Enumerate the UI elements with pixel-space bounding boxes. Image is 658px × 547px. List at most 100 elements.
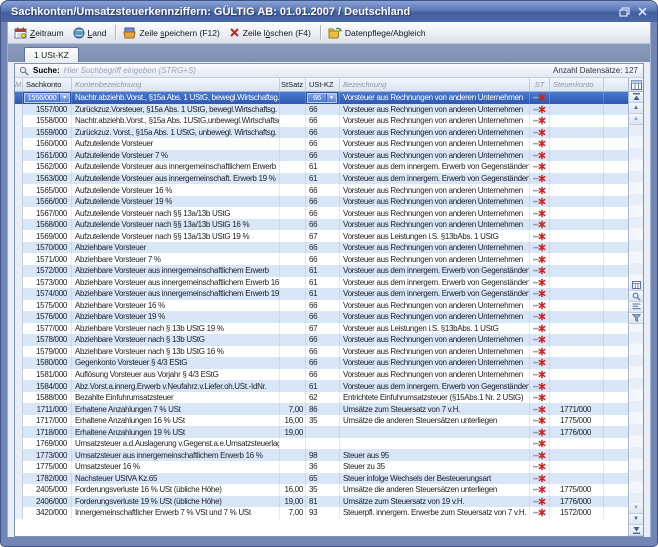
cell-ustkz[interactable]: 66▼ (306, 138, 340, 150)
column-header-sachkonto[interactable]: Sachkonto (23, 78, 72, 91)
table-row[interactable]: 1718/000▼ Erhaltene Anzahlungen 19 % USt… (15, 426, 628, 438)
table-row[interactable]: 1565/000▼ Aufzuteilende Vorsteuer 16 % 6… (15, 184, 628, 196)
cell-sachkonto[interactable]: 1775/000▼ (23, 461, 72, 473)
cell-ustkz[interactable]: 67▼ (306, 323, 340, 335)
scroll-up-icon[interactable]: ▲ (629, 103, 643, 114)
cell-ustkz[interactable]: 36▼ (306, 461, 340, 473)
table-row[interactable]: 1567/000▼ Aufzuteilende Vorsteuer nach §… (15, 207, 628, 219)
column-header-stsatz[interactable]: StSatz (280, 78, 306, 91)
cell-sachkonto[interactable]: 1559/000▼ (23, 127, 72, 139)
cell-ustkz[interactable]: ▼ (306, 426, 340, 438)
cell-sachkonto[interactable]: 1717/000▼ (23, 415, 72, 427)
cell-sachkonto[interactable]: 1572/000▼ (23, 265, 72, 277)
cell-sachkonto[interactable]: 1588/000▼ (23, 392, 72, 404)
table-row[interactable]: 3420/000▼ Innergemeinschaftlicher Erwerb… (15, 507, 628, 519)
cell-sachkonto[interactable]: 1718/000▼ (23, 426, 72, 438)
cell-sachkonto[interactable]: 1568/000▼ (23, 219, 72, 231)
cell-sachkonto[interactable]: 1571/000▼ (23, 253, 72, 265)
zeile-loeschen-button[interactable]: Zeile löschen (F4) (226, 25, 316, 40)
cell-ustkz[interactable]: 66▼ (306, 184, 340, 196)
table-row[interactable]: 1581/000▼ Auflösung Vorsteuer aus Vorjah… (15, 369, 628, 381)
cell-ustkz[interactable]: 61▼ (306, 173, 340, 185)
cell-sachkonto[interactable]: 1575/000▼ (23, 300, 72, 312)
cell-ustkz[interactable]: 66▼ (306, 253, 340, 265)
cell-sachkonto[interactable]: 1566/000▼ (23, 196, 72, 208)
cell-ustkz[interactable]: 66▼ (306, 357, 340, 369)
cell-ustkz[interactable]: 35▼ (306, 484, 340, 496)
cell-sachkonto[interactable]: 1711/000▼ (23, 403, 72, 415)
tab-ust-kz[interactable]: 1 USt-KZ (24, 47, 79, 62)
cell-sachkonto[interactable]: 1577/000▼ (23, 323, 72, 335)
cell-ustkz[interactable]: 66▼ (306, 127, 340, 139)
cell-sachkonto[interactable]: 1769/000▼ (23, 438, 72, 450)
cell-sachkonto[interactable]: 1574/000▼ (23, 288, 72, 300)
table-row[interactable]: 1569/000▼ Aufzuteilende Vorsteuer nach §… (15, 230, 628, 242)
cell-sachkonto[interactable]: 1567/000▼ (23, 207, 72, 219)
table-row[interactable]: 1584/000▼ Abz.Vorst.a.innerg.Erwerb v.Ne… (15, 380, 628, 392)
column-header-steuerkonto[interactable]: Steuerkonto (550, 78, 604, 91)
cell-ustkz[interactable]: ▼ (306, 438, 340, 450)
table-row[interactable]: 1559/000▼ Zurückzuz. Vorst., §15a Abs. 1… (15, 127, 628, 139)
scroll-down-icon[interactable]: ▼ (629, 514, 643, 525)
cell-ustkz[interactable]: 67▼ (306, 230, 340, 242)
cell-ustkz[interactable]: 66▼ (306, 311, 340, 323)
cell-sachkonto[interactable]: 1561/000▼ (23, 150, 72, 162)
cell-sachkonto[interactable]: 1584/000▼ (23, 380, 72, 392)
scroll-last-icon[interactable] (629, 525, 643, 536)
cell-ustkz[interactable]: 61▼ (306, 161, 340, 173)
table-row[interactable]: 1560/000▼ Aufzuteilende Vorsteuer 66▼ Vo… (15, 138, 628, 150)
cell-sachkonto[interactable]: 2406/000▼ (23, 496, 72, 508)
cell-ustkz[interactable]: 62▼ (306, 392, 340, 404)
column-header-bezeichnung[interactable]: Bezeichnung (340, 78, 530, 91)
cell-ustkz[interactable]: 66▼ (306, 219, 340, 231)
zeitraum-button[interactable]: Zeitraum (11, 25, 69, 41)
table-row[interactable]: 1572/000▼ Abziehbare Vorsteuer aus inner… (15, 265, 628, 277)
table-row[interactable]: 1573/000▼ Abziehbare Vorsteuer aus inner… (15, 277, 628, 289)
scroll-page-up-icon[interactable]: ▲ (629, 114, 643, 125)
column-header-ustkz[interactable]: USt-KZ (306, 78, 340, 91)
goto-record-icon[interactable] (629, 302, 643, 313)
table-row[interactable]: 1580/000▼ Gegenkonto Vorsteuer § 4/3 ESt… (15, 357, 628, 369)
close-icon[interactable] (633, 4, 651, 19)
restore-icon[interactable] (615, 4, 633, 19)
cell-ustkz[interactable]: 66▼ (306, 300, 340, 312)
table-row[interactable]: 1571/000▼ Abziehbare Vorsteuer 7 % 66▼ V… (15, 253, 628, 265)
cell-sachkonto[interactable]: 1560/000▼ (23, 138, 72, 150)
cell-sachkonto[interactable]: 1557/000▼ (23, 104, 72, 116)
columns-icon[interactable] (629, 280, 643, 291)
cell-ustkz[interactable]: 66▼ (306, 150, 340, 162)
table-row[interactable]: 1558/000▼ Nachtr.abziehb.Vorst., §15a Ab… (15, 115, 628, 127)
cell-sachkonto[interactable]: 1558/000▼ (23, 115, 72, 127)
column-header-marker[interactable]: M (15, 78, 23, 91)
cell-sachkonto[interactable]: 1562/000▼ (23, 161, 72, 173)
table-row[interactable]: 1557/000▼ Zurückzuz.Vorsteuer, §15a Abs.… (15, 104, 628, 116)
table-row[interactable]: 1588/000▼ Bezahlte Einfuhrumsatzsteuer 6… (15, 392, 628, 404)
vertical-scrollbar[interactable]: ▲ ▲ (628, 78, 643, 536)
cell-ustkz[interactable]: 66▼ (306, 207, 340, 219)
cell-sachkonto[interactable]: 1782/000▼ (23, 473, 72, 485)
cell-sachkonto[interactable]: 1573/000▼ (23, 277, 72, 289)
cell-sachkonto[interactable]: 3420/000▼ (23, 507, 72, 519)
cell-ustkz[interactable]: 65▼ (306, 473, 340, 485)
column-header-st[interactable]: ST (530, 78, 550, 91)
table-row[interactable]: 1568/000▼ Aufzuteilende Vorsteuer nach §… (15, 219, 628, 231)
cell-ustkz[interactable]: 66▼ (306, 115, 340, 127)
table-row[interactable]: 1576/000▼ Abziehbare Vorsteuer 19 % 66▼ … (15, 311, 628, 323)
chevron-down-icon[interactable]: ▼ (326, 94, 336, 102)
table-row[interactable]: 1575/000▼ Abziehbare Vorsteuer 16 % 66▼ … (15, 300, 628, 312)
scroll-page-down-icon[interactable]: ▼ (629, 503, 643, 514)
cell-sachkonto[interactable]: 1556/000▼ (23, 92, 72, 104)
zoom-icon[interactable] (629, 291, 643, 302)
table-row[interactable]: 1562/000▼ Aufzuteilende Vorsteuer aus in… (15, 161, 628, 173)
cell-sachkonto[interactable]: 1563/000▼ (23, 173, 72, 185)
cell-sachkonto[interactable]: 1569/000▼ (23, 230, 72, 242)
table-row[interactable]: 1556/000▼ Nachtr.abziehb.Vorst., §15a Ab… (15, 92, 628, 104)
cell-ustkz[interactable]: 61▼ (306, 380, 340, 392)
column-chooser-icon[interactable] (629, 78, 643, 92)
cell-sachkonto[interactable]: 1578/000▼ (23, 334, 72, 346)
cell-sachkonto[interactable]: 1576/000▼ (23, 311, 72, 323)
cell-ustkz[interactable]: 86▼ (306, 403, 340, 415)
cell-ustkz[interactable]: 61▼ (306, 265, 340, 277)
cell-ustkz[interactable]: 66▼ (306, 334, 340, 346)
table-row[interactable]: 1578/000▼ Abziehbare Vorsteuer nach § 13… (15, 334, 628, 346)
